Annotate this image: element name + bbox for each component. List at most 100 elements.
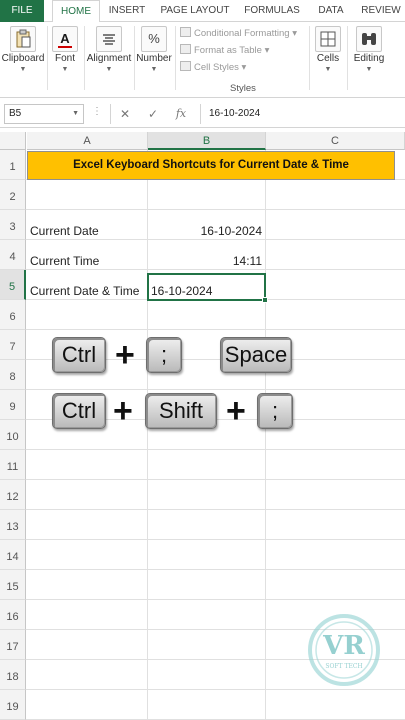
name-box-value: B5 (9, 108, 22, 119)
ribbon-tab-bar: FILE HOME INSERT PAGE LAYOUT FORMULAS DA… (0, 0, 405, 23)
row-header[interactable]: 2 (0, 180, 26, 210)
tab-page-layout[interactable]: PAGE LAYOUT (158, 0, 232, 22)
alignment-label: Alignment (86, 53, 132, 64)
number-label: Number (136, 53, 172, 64)
clipboard-label: Clipboard (1, 53, 45, 64)
key-semicolon: ; (146, 337, 182, 373)
row-header[interactable]: 16 (0, 600, 26, 630)
formula-input[interactable]: 16-10-2024 (200, 104, 401, 124)
formula-bar-grip[interactable]: ⋮ (92, 106, 102, 117)
row-header[interactable]: 11 (0, 450, 26, 480)
cells-icon (315, 26, 341, 52)
conditional-formatting-icon (180, 27, 191, 37)
plus-sign: + (113, 392, 133, 430)
ribbon-divider (175, 26, 176, 90)
row-header[interactable]: 15 (0, 570, 26, 600)
row-header[interactable]: 19 (0, 690, 26, 720)
gridline (26, 449, 405, 450)
row-header[interactable]: 14 (0, 540, 26, 570)
cell-b3[interactable]: 16-10-2024 (148, 223, 262, 239)
gridline (26, 599, 405, 600)
gridline (26, 389, 405, 390)
format-as-table-button[interactable]: Format as Table ▾ (180, 43, 269, 59)
chevron-down-icon: ▼ (19, 66, 27, 73)
select-all-corner[interactable] (0, 132, 26, 150)
plus-sign: + (115, 336, 135, 374)
clipboard-icon (10, 26, 36, 52)
row-header[interactable]: 6 (0, 300, 26, 330)
name-box[interactable]: B5 ▼ (4, 104, 84, 124)
alignment-group[interactable]: Alignment ▼ (85, 22, 133, 98)
gridline (26, 239, 405, 240)
row-header[interactable]: 4 (0, 240, 26, 270)
row-header[interactable]: 18 (0, 660, 26, 690)
align-icon (96, 26, 122, 52)
gridline (26, 209, 405, 210)
column-header-b[interactable]: B (148, 132, 266, 150)
chevron-down-icon: ▼ (61, 66, 69, 73)
conditional-formatting-button[interactable]: Conditional Formatting ▾ (180, 26, 297, 42)
key-semicolon: ; (257, 393, 293, 429)
row-header[interactable]: 3 (0, 210, 26, 240)
cell-a5[interactable]: Current Date & Time (30, 283, 139, 299)
clipboard-group[interactable]: Clipboard ▼ (0, 22, 46, 98)
row-header[interactable]: 1 (0, 150, 26, 180)
vr-soft-tech-watermark: VR SOFT TECH (306, 610, 386, 690)
font-label: Font (54, 53, 75, 64)
chevron-down-icon[interactable]: ▼ (72, 105, 79, 123)
key-ctrl: Ctrl (52, 393, 106, 429)
fill-handle[interactable] (262, 297, 268, 303)
format-as-table-label: Format as Table (194, 45, 262, 56)
row-header[interactable]: 17 (0, 630, 26, 660)
row-header[interactable]: 10 (0, 420, 26, 450)
conditional-formatting-label: Conditional Formatting (194, 28, 290, 39)
cell-a3[interactable]: Current Date (30, 223, 99, 239)
tab-formulas[interactable]: FORMULAS (240, 0, 304, 22)
cells-label: Cells (316, 53, 340, 64)
cell-styles-button[interactable]: Cell Styles ▾ (180, 60, 246, 76)
font-group[interactable]: A Font ▼ (48, 22, 82, 98)
key-ctrl: Ctrl (52, 337, 106, 373)
column-header-a[interactable]: A (27, 132, 148, 150)
formula-divider (110, 104, 111, 124)
enter-icon[interactable]: ✓ (142, 104, 164, 124)
row-header[interactable]: 13 (0, 510, 26, 540)
editing-group[interactable]: Editing ▼ (348, 22, 390, 98)
gridline (26, 479, 405, 480)
table-icon (180, 44, 191, 54)
tab-file[interactable]: FILE (0, 0, 44, 22)
row-header[interactable]: 7 (0, 330, 26, 360)
tab-insert[interactable]: INSERT (104, 0, 150, 22)
plus-sign: + (226, 392, 246, 430)
cell-styles-label: Cell Styles (194, 62, 239, 73)
number-group[interactable]: % Number ▼ (135, 22, 173, 98)
svg-text:VR: VR (322, 631, 365, 661)
formula-bar: B5 ▼ ⋮ ✕ ✓ fx 16-10-2024 (0, 100, 405, 128)
tab-home[interactable]: HOME (52, 0, 100, 23)
gridline (26, 569, 405, 570)
row-header[interactable]: 8 (0, 360, 26, 390)
column-header-c[interactable]: C (266, 132, 405, 150)
cells-group[interactable]: Cells ▼ (310, 22, 346, 98)
row-header[interactable]: 5 (0, 270, 26, 300)
percent-icon: % (141, 26, 167, 52)
sheet-title[interactable]: Excel Keyboard Shortcuts for Current Dat… (27, 151, 395, 180)
editing-label: Editing (353, 53, 385, 64)
cancel-icon[interactable]: ✕ (114, 104, 136, 124)
chevron-down-icon: ▼ (150, 66, 158, 73)
cell-b4[interactable]: 14:11 (148, 253, 262, 269)
chevron-down-icon: ▼ (324, 66, 332, 73)
binoculars-icon (356, 26, 382, 52)
styles-group-label: Styles (230, 83, 256, 94)
cell-a4[interactable]: Current Time (30, 253, 99, 269)
tab-data[interactable]: DATA (312, 0, 350, 22)
key-shift: Shift (145, 393, 217, 429)
tab-review[interactable]: REVIEW (358, 0, 404, 22)
active-cell-border (147, 273, 266, 301)
row-header[interactable]: 12 (0, 480, 26, 510)
insert-function-icon[interactable]: fx (170, 104, 192, 124)
ribbon-home: Clipboard ▼ A Font ▼ Alignment ▼ % Numbe… (0, 22, 405, 98)
gridline (265, 150, 266, 720)
key-space: Space (220, 337, 292, 373)
row-header[interactable]: 9 (0, 390, 26, 420)
